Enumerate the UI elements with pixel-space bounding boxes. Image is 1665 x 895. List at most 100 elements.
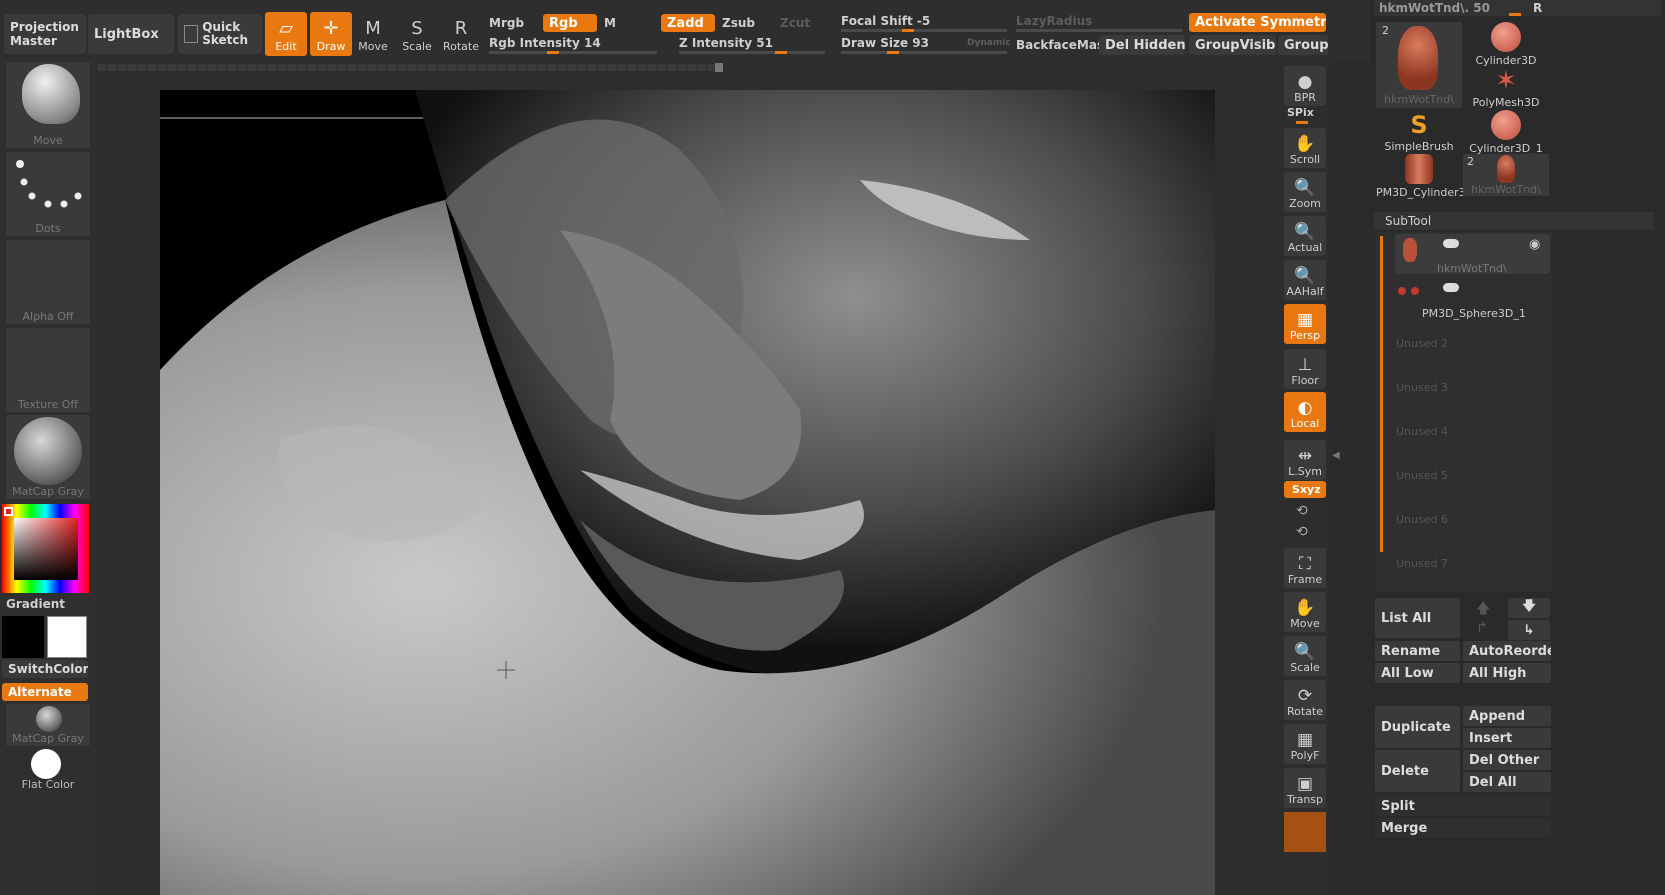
- subtool-unused-slot[interactable]: Unused 4: [1396, 425, 1448, 438]
- subtool-unused-slot[interactable]: Unused 7: [1396, 557, 1448, 570]
- duplicate-button[interactable]: Duplicate: [1375, 706, 1460, 748]
- canvas-scroll-thumb[interactable]: [715, 63, 723, 72]
- split-section[interactable]: Split: [1375, 796, 1551, 816]
- tool-hkm-2[interactable]: 2 hkmWotTnd\: [1463, 154, 1549, 196]
- zcut-button[interactable]: Zcut: [780, 16, 810, 30]
- m-button[interactable]: M: [604, 16, 616, 30]
- move-down-button[interactable]: 🡇: [1508, 598, 1550, 618]
- l-sym-view-button[interactable]: ⇹ L.Sym: [1284, 440, 1326, 480]
- rotate-y-icon[interactable]: ⟲: [1296, 503, 1308, 519]
- focal-shift-track[interactable]: [841, 29, 1007, 32]
- append-button[interactable]: Append: [1463, 706, 1551, 726]
- rotate-z-icon[interactable]: ⟲: [1296, 524, 1308, 540]
- move-up-arrow-icon[interactable]: 🡅: [1476, 598, 1490, 622]
- group-visible-button[interactable]: GroupVisible: [1189, 35, 1276, 55]
- lazy-radius-slider[interactable]: LazyRadius: [1016, 14, 1092, 28]
- frame-view-button[interactable]: ⛶ Frame: [1284, 548, 1326, 588]
- visibility-toggle-icon[interactable]: [1443, 239, 1459, 248]
- secondary-color-swatch[interactable]: [2, 616, 44, 658]
- stroke-dots-slot[interactable]: Dots: [6, 152, 90, 236]
- del-hidden-button[interactable]: Del Hidden: [1099, 35, 1185, 55]
- subtool-unused-slot[interactable]: Unused 3: [1396, 381, 1448, 394]
- z-intensity-thumb[interactable]: [775, 51, 787, 54]
- subtool-row-1[interactable]: PM3D_Sphere3D_1: [1395, 278, 1550, 320]
- shelf-collapse-arrow[interactable]: ◀: [1332, 450, 1340, 461]
- tool-simplebrush[interactable]: S SimpleBrush: [1376, 110, 1462, 154]
- color-picker[interactable]: [2, 504, 89, 593]
- move-down-branch-button[interactable]: ↳: [1508, 620, 1550, 640]
- subtool-unused-slot[interactable]: Unused 5: [1396, 469, 1448, 482]
- main-color-swatch[interactable]: [47, 616, 87, 658]
- xyz-symmetry-button[interactable]: Sxyz: [1284, 481, 1326, 498]
- z-intensity-track[interactable]: [679, 51, 825, 54]
- spix-thumb[interactable]: [1296, 121, 1308, 124]
- rgb-button[interactable]: Rgb: [543, 14, 597, 32]
- z-intensity-slider[interactable]: Z Intensity 51: [679, 36, 773, 50]
- draw-button[interactable]: ✛ Draw: [310, 12, 352, 56]
- del-other-button[interactable]: Del Other: [1463, 750, 1551, 770]
- zoom-view-button[interactable]: 🔍 Zoom: [1284, 172, 1326, 212]
- persp-view-button[interactable]: ▦ Persp: [1284, 304, 1326, 344]
- canvas-scrollbar[interactable]: [98, 64, 723, 71]
- move-button[interactable]: M Move: [352, 12, 394, 56]
- floor-view-button[interactable]: ⊥ Floor: [1284, 349, 1326, 389]
- backface-mask-button[interactable]: BackfaceMas: [1016, 38, 1104, 52]
- rotate-button[interactable]: R Rotate: [440, 12, 482, 56]
- subtool-row-0[interactable]: ◉ hkmWotTnd\: [1395, 234, 1550, 275]
- activate-symmetry-button[interactable]: Activate Symmetry: [1189, 13, 1326, 32]
- group-button[interactable]: Group: [1278, 35, 1328, 55]
- material-slot[interactable]: MatCap Gray: [6, 415, 90, 499]
- color-picker-square[interactable]: [14, 518, 78, 580]
- actual-view-button[interactable]: 🔍 Actual: [1284, 216, 1326, 256]
- rename-button[interactable]: Rename: [1375, 641, 1460, 661]
- tool-cylinder3d[interactable]: Cylinder3D: [1463, 22, 1549, 67]
- draw-size-thumb[interactable]: [887, 51, 899, 54]
- r-button[interactable]: R: [1533, 1, 1542, 15]
- scroll-view-button[interactable]: ✋ Scroll: [1284, 128, 1326, 168]
- insert-button[interactable]: Insert: [1463, 728, 1551, 748]
- visibility-toggle-icon[interactable]: [1443, 283, 1459, 292]
- scale-view-button[interactable]: 🔍 Scale: [1284, 636, 1326, 676]
- rgb-intensity-track[interactable]: [489, 51, 657, 54]
- dynamic-toggle[interactable]: Dynamic: [967, 38, 1011, 48]
- del-all-button[interactable]: Del All: [1463, 772, 1551, 792]
- bpr-view-button[interactable]: ● BPR: [1284, 66, 1326, 106]
- draw-size-track[interactable]: [841, 51, 1007, 54]
- scale-button[interactable]: S Scale: [396, 12, 438, 56]
- merge-section[interactable]: Merge: [1375, 818, 1551, 838]
- projection-master-button[interactable]: Projection Master: [4, 14, 86, 54]
- secondary-material-slot[interactable]: MatCap Gray: [6, 704, 90, 746]
- list-all-button[interactable]: List All: [1375, 598, 1460, 638]
- alternate-button[interactable]: Alternate: [2, 683, 88, 701]
- flat-color-slot[interactable]: Flat Color: [6, 748, 90, 792]
- delete-button[interactable]: Delete: [1375, 750, 1460, 792]
- focal-shift-thumb[interactable]: [902, 29, 914, 32]
- local-view-button[interactable]: ◐ Local: [1284, 392, 1326, 432]
- lazy-radius-track[interactable]: [1016, 29, 1182, 32]
- move-view-button[interactable]: ✋ Move: [1284, 592, 1326, 632]
- texture-slot[interactable]: Texture Off: [6, 328, 90, 412]
- tool-hkm-active[interactable]: 2 hkmWotTnd\: [1376, 22, 1462, 108]
- zsub-button[interactable]: Zsub: [722, 16, 755, 30]
- subtool-scrollbar[interactable]: [1380, 236, 1383, 552]
- transp-view-button[interactable]: ▣ Transp: [1284, 768, 1326, 808]
- tool-pm3d-cylinder[interactable]: PM3D_Cylinder3I: [1376, 154, 1469, 199]
- spix-slider[interactable]: SPix: [1287, 106, 1314, 119]
- all-high-button[interactable]: All High: [1463, 663, 1551, 683]
- polyf-view-button[interactable]: ▦ PolyF: [1284, 724, 1326, 764]
- rgb-intensity-thumb[interactable]: [547, 51, 559, 54]
- rgb-intensity-slider[interactable]: Rgb Intensity 14: [489, 36, 601, 50]
- alpha-slot[interactable]: Alpha Off: [6, 240, 90, 324]
- rotate-view-button[interactable]: ⟳ Rotate: [1284, 680, 1326, 720]
- subtool-unused-slot[interactable]: Unused 6: [1396, 513, 1448, 526]
- edit-button[interactable]: ▱ Edit: [265, 12, 307, 56]
- right-shelf-orange-tab[interactable]: [1284, 812, 1326, 852]
- zadd-button[interactable]: Zadd: [661, 14, 715, 32]
- lightbox-button[interactable]: LightBox: [88, 14, 174, 54]
- tool-size-thumb[interactable]: [1509, 13, 1521, 16]
- tool-polymesh3d[interactable]: ✶ PolyMesh3D: [1463, 66, 1549, 110]
- switch-color-button[interactable]: SwitchColor: [2, 660, 88, 678]
- mrgb-button[interactable]: Mrgb: [489, 16, 524, 30]
- auto-reorder-button[interactable]: AutoReorder: [1463, 641, 1551, 661]
- subtool-unused-slot[interactable]: Unused 2: [1396, 337, 1448, 350]
